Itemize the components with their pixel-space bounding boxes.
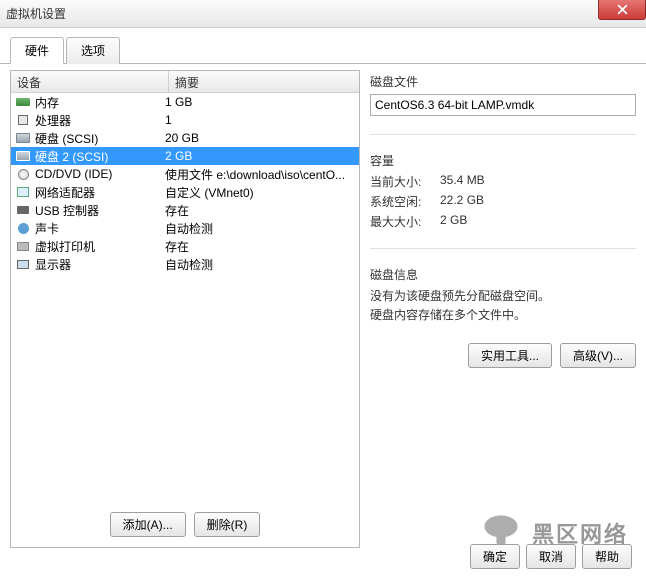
- device-header: 设备 摘要: [11, 71, 359, 93]
- device-summary: 使用文件 e:\download\iso\centO...: [165, 166, 355, 183]
- tab-bar: 硬件 选项: [0, 28, 646, 64]
- window-title: 虚拟机设置: [6, 5, 66, 22]
- device-label: 网络适配器: [35, 184, 165, 201]
- current-size-label: 当前大小:: [370, 173, 440, 190]
- device-label: 内存: [35, 94, 165, 111]
- remove-button[interactable]: 删除(R): [194, 512, 261, 537]
- detail-panel: 磁盘文件 容量 当前大小: 35.4 MB 系统空闲: 22.2 GB 最大大小…: [370, 70, 636, 548]
- device-label: 硬盘 2 (SCSI): [35, 148, 165, 165]
- right-buttons: 实用工具... 高级(V)...: [370, 343, 636, 368]
- disk-file-input[interactable]: [370, 94, 636, 116]
- device-summary: 20 GB: [165, 131, 355, 145]
- device-label: 处理器: [35, 112, 165, 129]
- disk-info-line2: 硬盘内容存储在多个文件中。: [370, 306, 636, 325]
- device-row[interactable]: 硬盘 2 (SCSI)2 GB: [11, 147, 359, 165]
- hdd-sel-icon: [15, 149, 31, 163]
- utilities-button[interactable]: 实用工具...: [468, 343, 552, 368]
- disk-info-section: 磁盘信息 没有为该硬盘预先分配磁盘空间。 硬盘内容存储在多个文件中。: [370, 265, 636, 331]
- device-row[interactable]: 网络适配器自定义 (VMnet0): [11, 183, 359, 201]
- close-icon: [617, 4, 628, 15]
- ok-button[interactable]: 确定: [470, 544, 520, 569]
- device-summary: 2 GB: [165, 149, 355, 163]
- usb-icon: [15, 203, 31, 217]
- device-row[interactable]: 处理器1: [11, 111, 359, 129]
- max-size-value: 2 GB: [440, 213, 636, 230]
- tab-hardware[interactable]: 硬件: [10, 37, 64, 64]
- cpu-icon: [15, 113, 31, 127]
- device-row[interactable]: 显示器自动检测: [11, 255, 359, 273]
- capacity-section: 容量 当前大小: 35.4 MB 系统空闲: 22.2 GB 最大大小: 2 G…: [370, 151, 636, 236]
- cd-icon: [15, 167, 31, 181]
- device-summary: 存在: [165, 238, 355, 255]
- device-summary: 自定义 (VMnet0): [165, 184, 355, 201]
- cancel-button[interactable]: 取消: [526, 544, 576, 569]
- device-row[interactable]: CD/DVD (IDE)使用文件 e:\download\iso\centO..…: [11, 165, 359, 183]
- max-size-label: 最大大小:: [370, 213, 440, 230]
- disk-info-title: 磁盘信息: [370, 266, 636, 283]
- device-row[interactable]: 内存1 GB: [11, 93, 359, 111]
- device-row[interactable]: 虚拟打印机存在: [11, 237, 359, 255]
- device-label: 硬盘 (SCSI): [35, 130, 165, 147]
- current-size-value: 35.4 MB: [440, 173, 636, 190]
- device-row[interactable]: 硬盘 (SCSI)20 GB: [11, 129, 359, 147]
- device-row[interactable]: USB 控制器存在: [11, 201, 359, 219]
- device-label: 声卡: [35, 220, 165, 237]
- system-free-label: 系统空闲:: [370, 193, 440, 210]
- hdd-icon: [15, 131, 31, 145]
- device-label: 显示器: [35, 256, 165, 273]
- device-label: USB 控制器: [35, 202, 165, 219]
- device-summary: 存在: [165, 202, 355, 219]
- capacity-title: 容量: [370, 152, 636, 169]
- net-icon: [15, 185, 31, 199]
- col-summary[interactable]: 摘要: [169, 71, 359, 92]
- disp-icon: [15, 257, 31, 271]
- device-list: 内存1 GB处理器1硬盘 (SCSI)20 GB硬盘 2 (SCSI)2 GBC…: [11, 93, 359, 502]
- add-button[interactable]: 添加(A)...: [110, 512, 186, 537]
- advanced-button[interactable]: 高级(V)...: [560, 343, 636, 368]
- disk-info-line1: 没有为该硬盘预先分配磁盘空间。: [370, 287, 636, 306]
- tab-options[interactable]: 选项: [66, 37, 120, 64]
- device-label: CD/DVD (IDE): [35, 167, 165, 181]
- close-button[interactable]: [598, 0, 646, 20]
- disk-file-section: 磁盘文件: [370, 72, 636, 122]
- titlebar: 虚拟机设置: [0, 0, 646, 28]
- help-button[interactable]: 帮助: [582, 544, 632, 569]
- content-area: 设备 摘要 内存1 GB处理器1硬盘 (SCSI)20 GB硬盘 2 (SCSI…: [0, 64, 646, 554]
- device-summary: 1 GB: [165, 95, 355, 109]
- col-device[interactable]: 设备: [11, 71, 169, 92]
- system-free-value: 22.2 GB: [440, 193, 636, 210]
- device-panel: 设备 摘要 内存1 GB处理器1硬盘 (SCSI)20 GB硬盘 2 (SCSI…: [10, 70, 360, 548]
- device-label: 虚拟打印机: [35, 238, 165, 255]
- dialog-footer: 确定 取消 帮助: [470, 544, 632, 569]
- device-summary: 自动检测: [165, 256, 355, 273]
- device-summary: 1: [165, 113, 355, 127]
- mem-icon: [15, 95, 31, 109]
- device-summary: 自动检测: [165, 220, 355, 237]
- disk-file-title: 磁盘文件: [370, 73, 636, 90]
- prn-icon: [15, 239, 31, 253]
- device-row[interactable]: 声卡自动检测: [11, 219, 359, 237]
- snd-icon: [15, 221, 31, 235]
- device-buttons: 添加(A)... 删除(R): [11, 502, 359, 547]
